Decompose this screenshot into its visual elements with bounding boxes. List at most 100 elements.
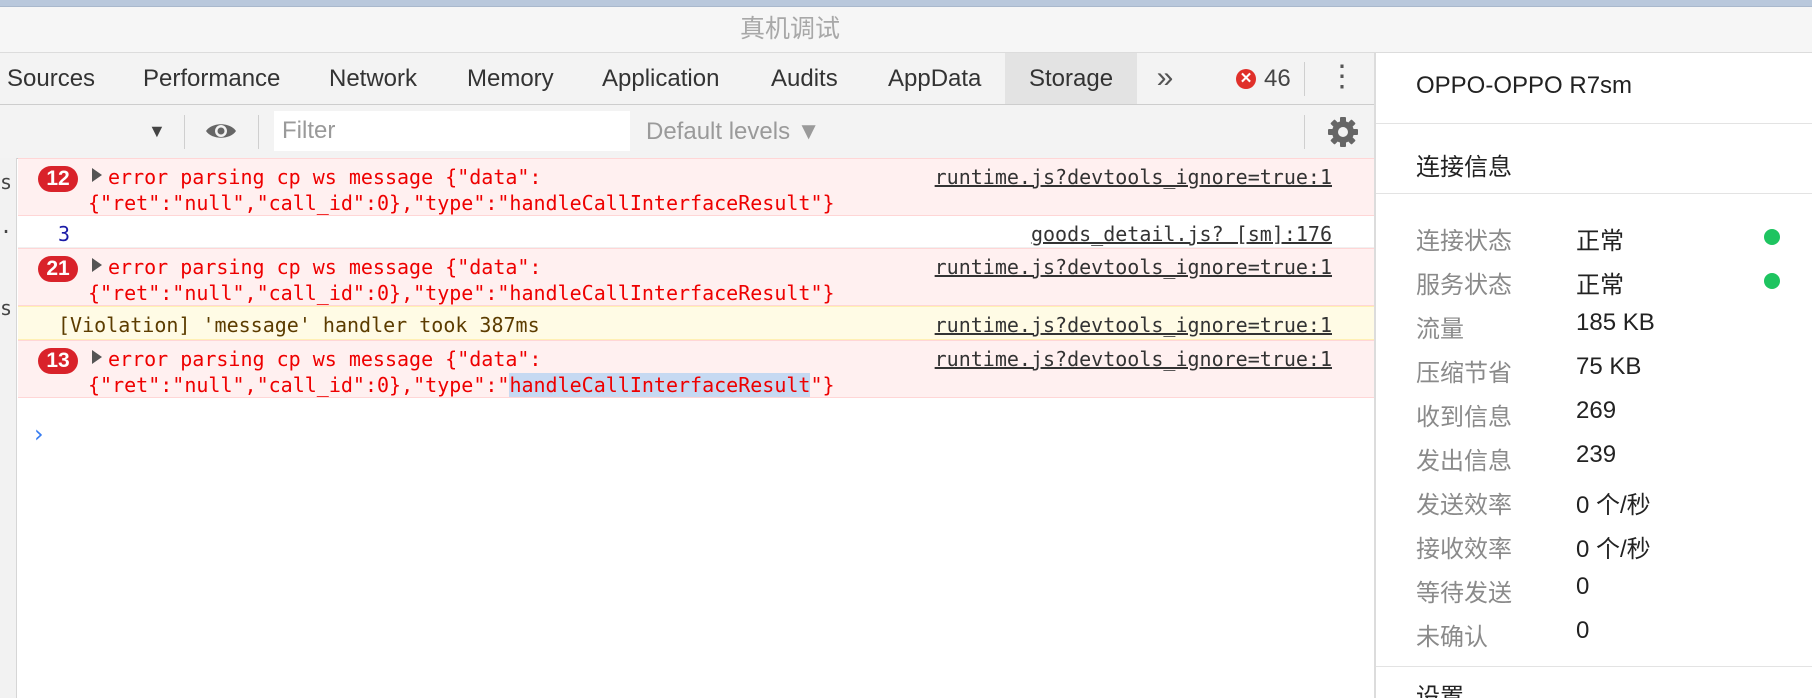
- sidebar-fragment: s: [0, 170, 13, 194]
- info-value: 正常: [1576, 228, 1624, 255]
- info-row-unconfirmed: 未确认 0: [1416, 617, 1796, 661]
- device-name: OPPO-OPPO R7sm: [1416, 72, 1633, 99]
- status-ok-dot-icon: [1764, 229, 1780, 245]
- source-link[interactable]: runtime.js?devtools_ignore=true:1: [935, 313, 1332, 337]
- message-text-line1: error parsing cp ws message {"data":: [108, 255, 542, 279]
- info-label: 接收效率: [1416, 536, 1512, 563]
- gear-icon[interactable]: [1326, 115, 1360, 149]
- tab-storage[interactable]: Storage: [1005, 53, 1138, 104]
- info-row-sent: 发出信息 239: [1416, 441, 1796, 485]
- info-value: 0 个/秒: [1576, 492, 1651, 519]
- sidebar-fragment: s: [0, 296, 13, 320]
- info-row-pending-send: 等待发送 0: [1416, 573, 1796, 617]
- tab-bar-divider: [1304, 62, 1305, 96]
- error-count-value: 46: [1264, 65, 1291, 92]
- tab-network[interactable]: Network: [305, 53, 441, 104]
- filter-input[interactable]: [274, 111, 630, 151]
- message-text-line1: error parsing cp ws message {"data":: [108, 165, 542, 189]
- info-label: 连接状态: [1416, 228, 1512, 255]
- filter-divider-3: [1304, 115, 1305, 149]
- panel-divider: [1376, 666, 1812, 667]
- console-error-message[interactable]: 13 error parsing cp ws message {"data": …: [18, 340, 1374, 398]
- section-title-settings: 设置: [1416, 685, 1464, 698]
- filter-divider-2: [258, 115, 259, 149]
- info-row-send-rate: 发送效率 0 个/秒: [1416, 485, 1796, 529]
- selected-text[interactable]: handleCallInterfaceResult: [509, 373, 811, 397]
- error-counter[interactable]: ✕ 46: [1236, 53, 1291, 104]
- expand-triangle-icon[interactable]: [92, 350, 102, 364]
- kebab-menu-icon[interactable]: ⋮: [1326, 53, 1358, 104]
- source-link[interactable]: runtime.js?devtools_ignore=true:1: [935, 165, 1332, 189]
- info-label: 流量: [1416, 316, 1464, 343]
- message-text-line2: {"ret":"null","call_id":0},"type":"handl…: [88, 281, 835, 305]
- repeat-count-badge: 13: [38, 348, 78, 374]
- info-value: 239: [1576, 441, 1617, 468]
- warning-text: [Violation] 'message' handler took 387ms: [58, 313, 540, 337]
- tab-audits[interactable]: Audits: [747, 53, 862, 104]
- panel-divider: [1376, 123, 1812, 124]
- status-ok-dot-icon: [1764, 273, 1780, 289]
- console-error-message[interactable]: 12 error parsing cp ws message {"data": …: [18, 158, 1374, 216]
- expand-triangle-icon[interactable]: [92, 258, 102, 272]
- console-warning-message[interactable]: [Violation] 'message' handler took 387ms…: [18, 306, 1374, 340]
- more-tabs-chevron-icon[interactable]: »: [1140, 53, 1190, 104]
- eye-icon[interactable]: [204, 119, 238, 143]
- info-label: 等待发送: [1416, 580, 1512, 607]
- info-value: 正常: [1576, 272, 1624, 299]
- info-label: 服务状态: [1416, 272, 1512, 299]
- info-value: 0: [1576, 617, 1590, 644]
- window-title: 真机调试: [739, 15, 840, 43]
- section-title-connection: 连接信息: [1416, 154, 1512, 181]
- info-label: 未确认: [1416, 624, 1488, 651]
- info-label: 压缩节省: [1416, 360, 1512, 387]
- source-link[interactable]: goods_detail.js? [sm]:176: [1031, 222, 1332, 246]
- left-sidebar-edge: s .. s: [0, 158, 17, 698]
- devtools-panel: Sources Performance Network Memory Appli…: [0, 53, 1374, 698]
- message-text-line2: {"ret":"null","call_id":0},"type":"handl…: [88, 191, 835, 215]
- message-text-line1: error parsing cp ws message {"data":: [108, 347, 542, 371]
- message-text-line2: {"ret":"null","call_id":0},"type":"handl…: [88, 373, 835, 397]
- expand-triangle-icon[interactable]: [92, 168, 102, 182]
- tab-appdata[interactable]: AppData: [864, 53, 1005, 104]
- repeat-count-badge: 21: [38, 256, 78, 282]
- filter-divider-1: [184, 115, 185, 149]
- console-log-message[interactable]: 3 goods_detail.js? [sm]:176: [18, 216, 1374, 248]
- info-value: 0 个/秒: [1576, 536, 1651, 563]
- info-label: 收到信息: [1416, 404, 1512, 431]
- sidebar-fragment: ..: [0, 214, 16, 238]
- console-filter-bar: ▼ Default levels ▼: [0, 105, 1374, 159]
- info-label: 发出信息: [1416, 448, 1512, 475]
- source-link[interactable]: runtime.js?devtools_ignore=true:1: [935, 347, 1332, 371]
- console-prompt-icon[interactable]: ›: [34, 420, 44, 448]
- error-x-icon: ✕: [1236, 68, 1256, 89]
- info-row-connection-status: 连接状态 正常: [1416, 221, 1796, 265]
- info-row-received: 收到信息 269: [1416, 397, 1796, 441]
- window-top-strip: [0, 0, 1812, 7]
- devtools-tab-bar: Sources Performance Network Memory Appli…: [0, 53, 1374, 105]
- info-label: 发送效率: [1416, 492, 1512, 519]
- info-value: 75 KB: [1576, 353, 1642, 380]
- window-title-bar: 真机调试: [0, 7, 1812, 53]
- info-row-traffic: 流量 185 KB: [1416, 309, 1796, 353]
- panel-divider: [1376, 193, 1812, 194]
- default-levels-dropdown[interactable]: Default levels ▼: [646, 105, 821, 158]
- info-value: 269: [1576, 397, 1617, 424]
- message-text-post: "}: [810, 373, 835, 397]
- log-value: 3: [58, 222, 71, 246]
- tab-memory[interactable]: Memory: [443, 53, 578, 104]
- tab-sources[interactable]: Sources: [0, 53, 119, 104]
- info-value: 185 KB: [1576, 309, 1655, 336]
- tab-performance[interactable]: Performance: [119, 53, 304, 104]
- console-output[interactable]: 12 error parsing cp ws message {"data": …: [18, 158, 1374, 698]
- source-link[interactable]: runtime.js?devtools_ignore=true:1: [935, 255, 1332, 279]
- repeat-count-badge: 12: [38, 166, 78, 192]
- console-error-message[interactable]: 21 error parsing cp ws message {"data": …: [18, 248, 1374, 306]
- info-row-compression-saved: 压缩节省 75 KB: [1416, 353, 1796, 397]
- device-info-panel: OPPO-OPPO R7sm 连接信息 连接状态 正常 服务状态 正常 流量 1…: [1374, 53, 1812, 698]
- tab-application[interactable]: Application: [578, 53, 743, 104]
- info-value: 0: [1576, 573, 1590, 600]
- info-row-service-status: 服务状态 正常: [1416, 265, 1796, 309]
- context-dropdown-arrow-icon[interactable]: ▼: [148, 105, 168, 158]
- info-row-receive-rate: 接收效率 0 个/秒: [1416, 529, 1796, 573]
- message-text-pre: {"ret":"null","call_id":0},"type":": [88, 373, 510, 397]
